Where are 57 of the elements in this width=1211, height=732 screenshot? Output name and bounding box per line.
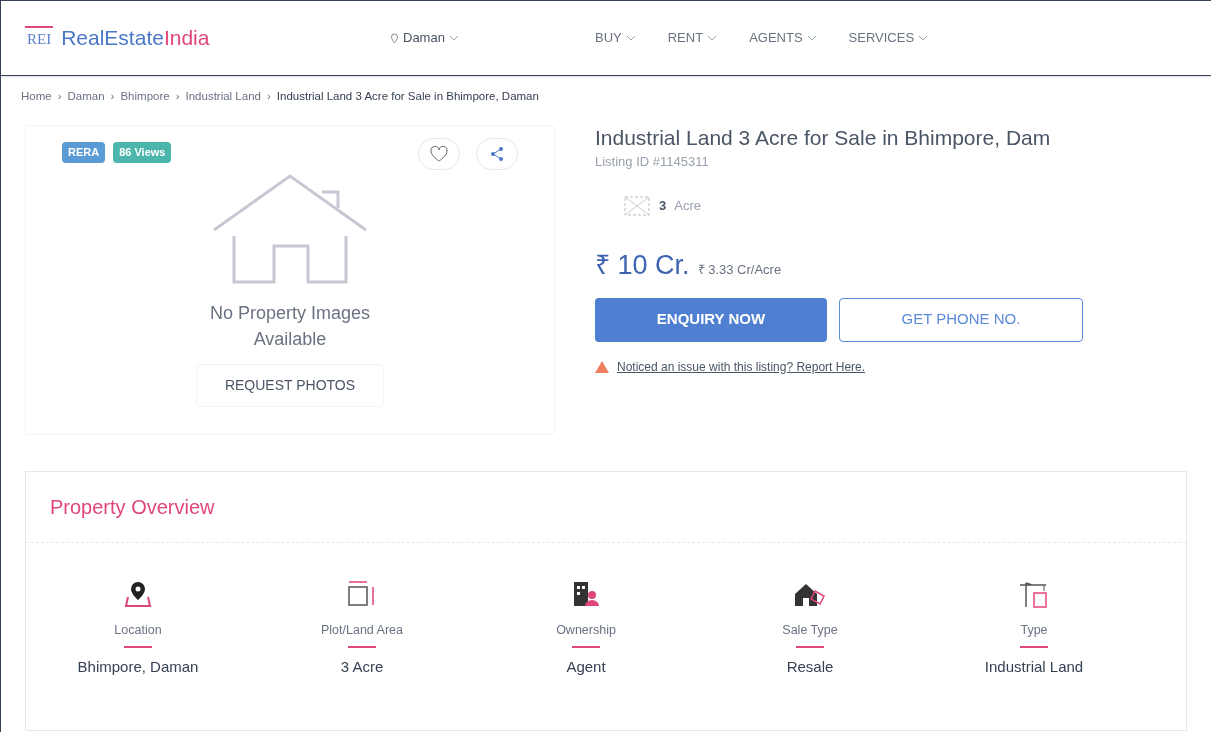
warning-icon — [595, 360, 609, 373]
crane-building-icon — [1018, 579, 1050, 610]
overview-label: Plot/Land Area — [321, 622, 403, 640]
badge: 86 Views — [113, 142, 172, 163]
badge: RERA — [62, 142, 106, 163]
heart-icon — [430, 146, 448, 163]
breadcrumb-separator: › — [57, 89, 62, 104]
overview-label: Location — [114, 622, 162, 640]
label-underline — [124, 646, 152, 648]
no-images-message: No Property Images Available — [208, 302, 372, 352]
plot-area-icon — [623, 195, 651, 217]
get-phone-button[interactable]: GET PHONE NO. — [839, 297, 1083, 342]
overview-value: Industrial Land — [984, 657, 1084, 677]
breadcrumb-link[interactable]: Industrial Land — [185, 88, 261, 106]
label-underline — [1020, 646, 1048, 648]
chevron-down-icon — [918, 35, 929, 41]
overview-value: Agent — [566, 657, 606, 677]
listing-title: Industrial Land 3 Acre for Sale in Bhimpore, Dam — [595, 125, 1052, 152]
nav-menu-item[interactable]: SERVICES — [848, 28, 929, 48]
house-icon — [212, 174, 368, 285]
breadcrumb-link[interactable]: Home — [21, 88, 52, 106]
chevron-down-icon — [707, 35, 718, 41]
breadcrumb-separator: › — [266, 89, 271, 104]
price-per-acre: ₹ 3.33 Cr/Acre — [697, 261, 782, 279]
area-unit: Acre — [674, 197, 701, 216]
breadcrumb-separator: › — [110, 89, 115, 104]
label-underline — [572, 646, 600, 648]
report-link[interactable]: Noticed an issue with this listing? Report Here. — [617, 357, 866, 376]
map-pin-icon — [123, 579, 153, 610]
chevron-down-icon — [625, 35, 636, 41]
price: ₹ 10 Cr. — [595, 249, 690, 282]
overview-value: Resale — [786, 657, 834, 677]
overview-value: 3 Acre — [340, 657, 384, 677]
breadcrumb-separator: › — [175, 89, 180, 104]
location-dropdown[interactable]: Daman — [390, 28, 595, 48]
logo[interactable]: REI RealEstateIndia — [25, 22, 390, 54]
area-value: 3 — [659, 197, 667, 216]
chevron-down-icon — [448, 35, 459, 41]
overview-label: Sale Type — [782, 622, 838, 640]
section-title: Property Overview — [26, 472, 1186, 544]
nav-menu-item[interactable]: RENT — [667, 28, 718, 48]
label-underline — [348, 646, 376, 648]
overview-label: Type — [1020, 622, 1048, 640]
chevron-down-icon — [806, 35, 817, 41]
enquiry-now-button[interactable]: ENQUIRY NOW — [595, 297, 827, 342]
label-underline — [796, 646, 824, 648]
breadcrumb-link[interactable]: Bhimpore — [120, 88, 170, 106]
overview-value: Bhimpore, Daman — [77, 657, 199, 677]
map-pin-icon — [390, 32, 399, 44]
request-photos-button[interactable]: REQUEST PHOTOS — [195, 364, 385, 408]
breadcrumb-current: Industrial Land 3 Acre for Sale in Bhimpore, Daman — [276, 89, 539, 104]
nav-menu-item[interactable]: AGENTS — [749, 28, 817, 48]
overview-label: Ownership — [556, 622, 616, 640]
breadcrumb-link[interactable]: Daman — [67, 88, 105, 106]
listing-id: Listing ID #1145311 — [595, 152, 710, 171]
nav-menu-item[interactable]: BUY — [595, 28, 636, 48]
share-icon — [489, 146, 505, 163]
